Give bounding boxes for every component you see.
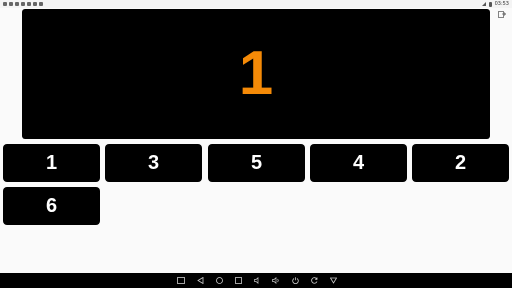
home-icon[interactable] [215,277,223,285]
power-icon[interactable] [291,277,299,285]
wifi-icon [481,2,486,6]
back-icon[interactable] [196,277,204,285]
main-display: 1 [22,9,490,139]
notification-icon [39,2,43,6]
number-button-6[interactable]: 6 [3,187,100,225]
volume-up-icon[interactable] [272,277,280,285]
screenshot-icon[interactable] [177,277,185,285]
volume-down-icon[interactable] [253,277,261,285]
battery-icon [488,1,492,7]
number-button-1[interactable]: 1 [3,144,100,182]
notification-icon [3,2,7,6]
notification-icon [33,2,37,6]
number-button-4[interactable]: 4 [310,144,407,182]
notification-icon [27,2,31,6]
rotate-icon[interactable] [310,277,318,285]
status-bar: 03:53 [0,0,512,8]
exit-icon[interactable] [498,10,507,18]
number-button-5[interactable]: 5 [208,144,305,182]
display-value: 1 [238,39,274,108]
number-button-3[interactable]: 3 [105,144,202,182]
notification-icons [3,0,43,8]
status-time: 03:53 [494,1,509,7]
menu-icon[interactable] [329,277,337,285]
navigation-bar [0,273,512,288]
notification-icon [21,2,25,6]
notification-icon [9,2,13,6]
notification-icon [15,2,19,6]
recents-icon[interactable] [234,277,242,285]
number-button-2[interactable]: 2 [412,144,509,182]
